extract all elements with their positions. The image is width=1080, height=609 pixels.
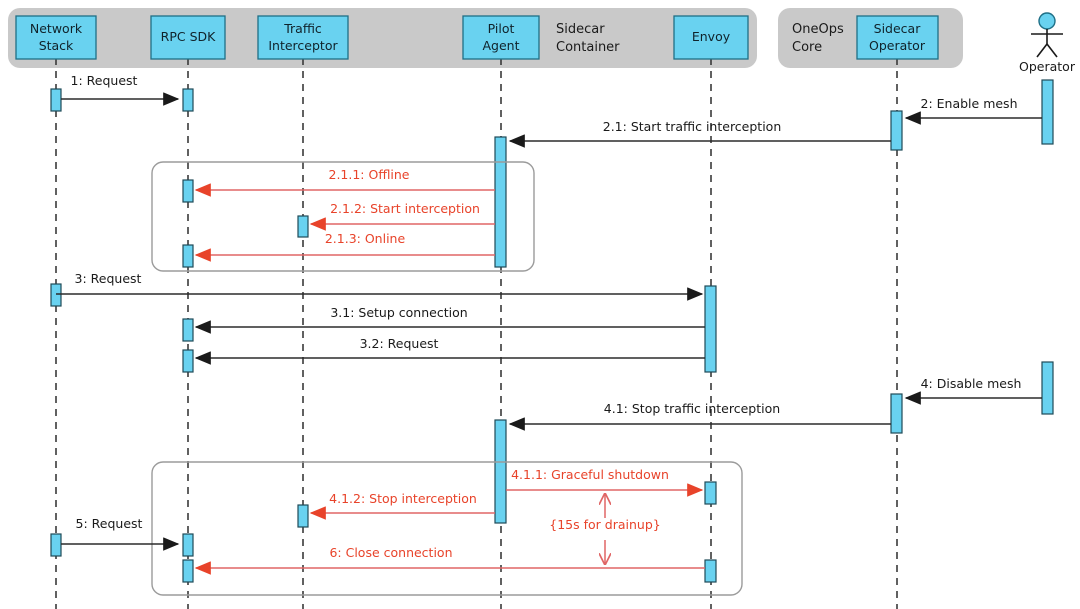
group-label-line2: Core	[792, 40, 822, 55]
participant-operator-actor[interactable]: Operator	[1019, 12, 1076, 74]
message-4-1-stop-traffic-interception: 4.1: Stop traffic interception	[508, 401, 891, 431]
message-2-1-2-start-interception: 2.1.2: Start interception	[309, 201, 495, 231]
activation-network-stack-1	[50, 88, 62, 112]
message-4-1-2-stop-interception: 4.1.2: Stop interception	[309, 491, 495, 520]
message-2-1-3-online: 2.1.3: Online	[194, 231, 495, 262]
message-label: 5: Request	[76, 516, 143, 531]
actor-head-icon	[1038, 12, 1056, 30]
message-1-request: 1: Request	[61, 73, 180, 106]
participant-label-line2: Agent	[483, 38, 520, 53]
participant-pilot-agent[interactable]: Pilot Agent	[462, 15, 540, 60]
activation-pilot-agent-1	[494, 136, 507, 268]
message-label: 3.2: Request	[360, 336, 439, 351]
note-label: {15s for drainup}	[549, 517, 660, 532]
participant-label-line1: Envoy	[692, 29, 731, 44]
participant-label-line1: Traffic	[283, 21, 322, 36]
activation-pilot-agent-2	[494, 419, 507, 524]
message-4-disable-mesh: 4: Disable mesh	[904, 376, 1042, 405]
participant-envoy[interactable]: Envoy	[673, 15, 749, 60]
message-3-request: 3: Request	[56, 271, 704, 301]
message-label: 4: Disable mesh	[921, 376, 1022, 391]
message-label: 4.1: Stop traffic interception	[604, 401, 780, 416]
participant-rpc-sdk[interactable]: RPC SDK	[150, 15, 226, 60]
group-label-line2: Container	[556, 40, 620, 55]
activation-operator-2	[1041, 361, 1054, 415]
activation-rpc-sdk-1	[182, 88, 194, 112]
message-label: 2.1.1: Offline	[329, 167, 410, 182]
message-label: 2.1: Start traffic interception	[603, 119, 782, 134]
activation-sidecar-operator-2	[890, 393, 903, 434]
message-label: 4.1.1: Graceful shutdown	[511, 467, 669, 482]
activation-envoy-close	[704, 559, 717, 583]
activation-rpc-sdk-close	[182, 559, 194, 583]
group-label-line1: Sidecar	[556, 22, 605, 37]
message-2-enable-mesh: 2: Enable mesh	[904, 96, 1042, 125]
message-label: 6: Close connection	[329, 545, 452, 560]
message-4-1-1-graceful-shutdown: 4.1.1: Graceful shutdown	[506, 467, 704, 497]
activation-bars	[50, 79, 1054, 583]
activation-rpc-sdk-req32	[182, 349, 194, 373]
activation-traffic-interceptor-start	[297, 215, 309, 238]
participant-label-line1: Network	[30, 21, 83, 36]
participant-traffic-interceptor[interactable]: Traffic Interceptor	[257, 15, 349, 60]
group-sidecar-container: Sidecar Container	[8, 8, 757, 68]
participant-sidecar-operator[interactable]: Sidecar Operator	[856, 15, 939, 60]
message-3-1-setup-connection: 3.1: Setup connection	[194, 305, 705, 334]
participant-label-line1: RPC SDK	[161, 29, 216, 44]
group-label-line1: OneOps	[792, 22, 844, 37]
participant-label-line2: Stack	[39, 38, 74, 53]
activation-rpc-sdk-offline	[182, 179, 194, 203]
actor-leg-right-icon	[1046, 43, 1058, 58]
activation-traffic-interceptor-stop	[297, 504, 309, 528]
activation-rpc-sdk-setup	[182, 318, 194, 342]
message-label: 3.1: Setup connection	[330, 305, 467, 320]
message-label: 3: Request	[75, 271, 142, 286]
activation-rpc-sdk-online	[182, 244, 194, 268]
participant-label-line1: Pilot	[488, 21, 515, 36]
message-2-1-start-traffic-interception: 2.1: Start traffic interception	[508, 119, 891, 148]
activation-network-stack-5	[50, 533, 62, 557]
participant-label-line2: Operator	[869, 38, 926, 53]
message-5-request: 5: Request	[61, 516, 180, 551]
message-label: 2.1.2: Start interception	[330, 201, 480, 216]
activation-network-stack-3	[50, 283, 62, 307]
participant-label-line1: Sidecar	[874, 21, 922, 36]
message-3-2-request: 3.2: Request	[194, 336, 705, 365]
message-label: 4.1.2: Stop interception	[329, 491, 477, 506]
message-label: 1: Request	[71, 73, 138, 88]
note-drainup-duration: {15s for drainup}	[549, 494, 661, 564]
message-2-1-1-offline: 2.1.1: Offline	[194, 167, 495, 197]
activation-envoy-1	[704, 285, 717, 373]
activation-rpc-sdk-req5	[182, 533, 194, 557]
message-label: 2.1.3: Online	[325, 231, 406, 246]
activation-sidecar-operator-1	[890, 110, 903, 151]
message-label: 2: Enable mesh	[921, 96, 1018, 111]
participant-label-line1: Operator	[1019, 59, 1076, 74]
participant-label-line2: Interceptor	[268, 38, 338, 53]
activation-operator-1	[1041, 79, 1054, 145]
sequence-diagram-canvas: Sidecar Container OneOps Core Network St…	[0, 0, 1080, 609]
participant-network-stack[interactable]: Network Stack	[15, 15, 97, 60]
sequence-diagram: Sidecar Container OneOps Core Network St…	[8, 8, 1076, 609]
activation-envoy-shutdown	[704, 481, 717, 505]
actor-leg-left-icon	[1036, 43, 1048, 58]
message-6-close-connection: 6: Close connection	[194, 545, 705, 575]
